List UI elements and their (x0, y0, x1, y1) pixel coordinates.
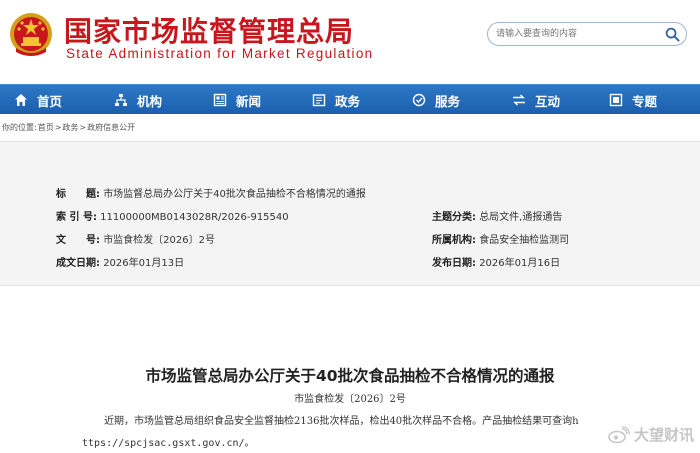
nav-label: 首页 (37, 93, 63, 109)
search-box (487, 22, 687, 46)
meta-published-label: 发布日期: (432, 258, 476, 269)
breadcrumb-prefix: 你的位置: (2, 123, 37, 132)
watermark: 大望财讯 (608, 424, 694, 445)
breadcrumb-government[interactable]: 政务 (62, 123, 78, 132)
meta-docno-row: 文 号: 市监食检发〔2026〕2号 (56, 231, 215, 246)
org-chart-icon (115, 94, 127, 106)
nav-item-org[interactable]: 机构 (114, 85, 162, 115)
meta-index-value: 11100000MB0143028R/2026-915540 (100, 212, 289, 223)
nav-label: 新闻 (236, 93, 262, 109)
meta-org-label: 所属机构: (432, 235, 476, 246)
nav-item-home[interactable]: 首页 (14, 85, 62, 115)
meta-org-row: 所属机构: 食品安全抽检监测司 (432, 231, 569, 246)
search-icon[interactable] (665, 27, 680, 42)
meta-index-row: 索 引 号: 11100000MB0143028R/2026-915540 (56, 208, 289, 223)
nav-label: 互动 (535, 93, 561, 109)
article-url-link[interactable]: ttps://spcjsac.gsxt.gov.cn/。 (82, 434, 255, 449)
breadcrumb-info-disclosure[interactable]: 政府信息公开 (87, 123, 135, 132)
topic-icon (609, 93, 623, 107)
breadcrumb-separator: > (79, 123, 87, 132)
nav-item-topic[interactable]: 专题 (609, 85, 657, 115)
nav-label: 服务 (435, 93, 461, 109)
meta-published-value: 2026年01月16日 (479, 258, 561, 269)
meta-category-row: 主题分类: 总局文件,通报通告 (432, 208, 562, 223)
breadcrumb: 你的位置:首页>政务>政府信息公开 (2, 122, 136, 133)
government-affairs-icon (312, 94, 326, 107)
meta-category-value: 总局文件,通报通告 (479, 212, 563, 223)
service-icon (412, 93, 426, 107)
meta-title-label: 标 题: (56, 189, 100, 200)
meta-org-value: 食品安全抽检监测司 (479, 235, 570, 246)
meta-published-row: 发布日期: 2026年01月16日 (432, 254, 560, 269)
document-meta-panel: 标 题: 市场监督总局办公厅关于40批次食品抽检不合格情况的通报 索 引 号: … (0, 141, 700, 286)
national-emblem-icon[interactable] (8, 10, 54, 60)
meta-title-value: 市场监督总局办公厅关于40批次食品抽检不合格情况的通报 (103, 189, 366, 200)
interaction-icon (513, 94, 525, 106)
breadcrumb-separator: > (54, 123, 62, 132)
meta-title-row: 标 题: 市场监督总局办公厅关于40批次食品抽检不合格情况的通报 (56, 185, 366, 200)
watermark-text: 大望财讯 (633, 426, 694, 444)
home-icon (15, 94, 27, 106)
nav-label: 专题 (632, 93, 658, 109)
meta-created-value: 2026年01月13日 (103, 258, 185, 269)
nav-label: 政务 (335, 93, 361, 109)
meta-index-label: 索 引 号: (56, 212, 97, 223)
breadcrumb-home[interactable]: 首页 (38, 123, 54, 132)
article-paragraph: 近期，市场监管总局组织食品安全监督抽检2136批次样品，检出40批次样品不合格。… (104, 416, 579, 427)
weibo-icon (608, 425, 630, 443)
nav-item-service[interactable]: 服务 (412, 85, 460, 115)
nav-label: 机构 (137, 93, 163, 109)
meta-category-label: 主题分类: (432, 212, 476, 223)
article-doc-number: 市监食检发〔2026〕2号 (294, 394, 406, 405)
search-input[interactable] (496, 26, 661, 42)
meta-docno-value: 市监食检发〔2026〕2号 (103, 235, 215, 246)
site-title-en: State Administration for Market Regulati… (66, 46, 374, 61)
meta-created-row: 成文日期: 2026年01月13日 (56, 254, 184, 269)
main-nav: 首页 机构 新闻 政务 服务 互动 专题 (0, 84, 700, 114)
site-header: 国家市场监督管理总局 State Administration for Mark… (0, 0, 700, 84)
newspaper-icon (213, 93, 227, 107)
nav-item-government[interactable]: 政务 (312, 85, 360, 115)
site-title-cn[interactable]: 国家市场监督管理总局 (64, 10, 354, 50)
article-title: 市场监管总局办公厅关于40批次食品抽检不合格情况的通报 (145, 367, 555, 385)
meta-created-label: 成文日期: (56, 258, 100, 269)
nav-item-news[interactable]: 新闻 (213, 85, 261, 115)
meta-docno-label: 文 号: (56, 235, 100, 246)
nav-item-interaction[interactable]: 互动 (512, 85, 560, 115)
